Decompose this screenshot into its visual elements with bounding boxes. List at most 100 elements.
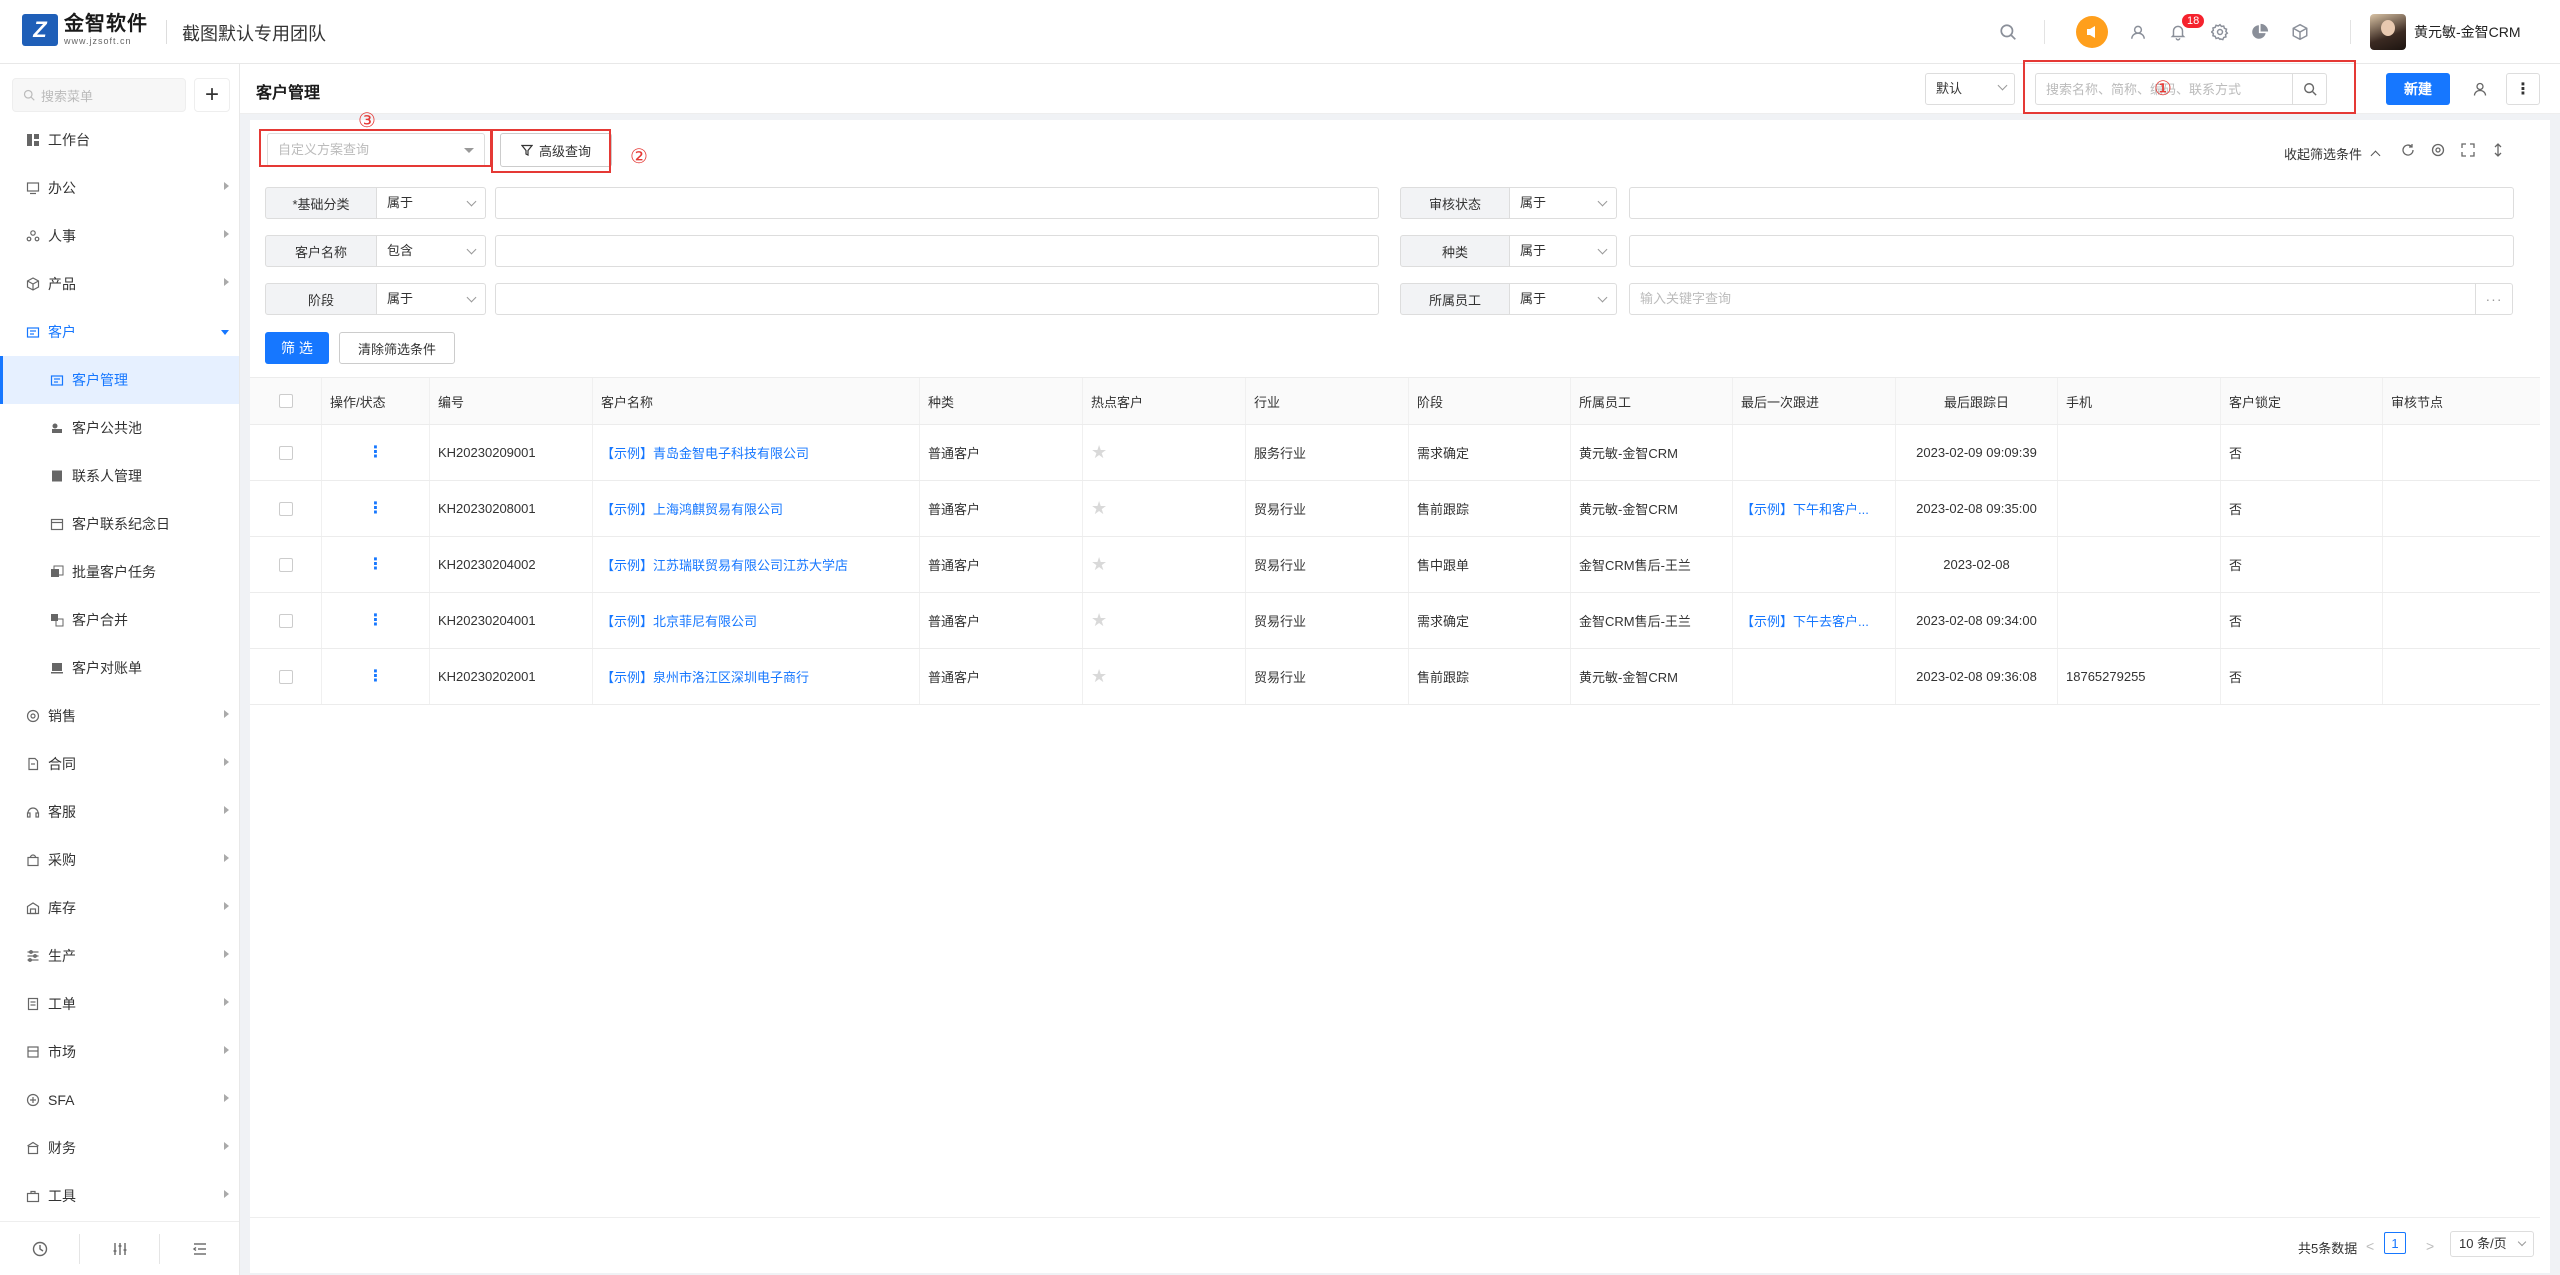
table-row[interactable]: ⋮ KH20230208001 【示例】上海鸿麒贸易有限公司 普通客户 ★ 贸易行业 售前跟… (250, 481, 2540, 537)
sidebar-item-sfa[interactable]: SFA (0, 1076, 239, 1124)
customer-name-link[interactable]: 【示例】泉州市洛江区深圳电子商行 (593, 649, 920, 704)
column-header[interactable]: 最后一次跟进 (1733, 378, 1896, 424)
star-icon[interactable]: ★ (1091, 498, 1107, 519)
fullscreen-icon[interactable] (2460, 142, 2476, 158)
filter-value-input[interactable] (1629, 187, 2514, 219)
column-header[interactable]: 审核节点 (2383, 378, 2540, 424)
row-actions-icon[interactable]: ⋮ (368, 500, 384, 517)
clear-filters-button[interactable]: 清除筛选条件 (339, 332, 455, 364)
filter-value-input[interactable] (495, 283, 1379, 315)
column-header[interactable]: 行业 (1246, 378, 1409, 424)
cube-icon[interactable] (2288, 20, 2312, 44)
page-size-select[interactable]: 10 条/页 (2450, 1231, 2534, 1257)
customer-name-link[interactable]: 【示例】上海鸿麒贸易有限公司 (593, 481, 920, 536)
star-icon[interactable]: ★ (1091, 666, 1107, 687)
promo-icon[interactable] (2076, 16, 2108, 48)
gear-icon[interactable] (2208, 20, 2232, 44)
row-checkbox[interactable] (278, 613, 293, 628)
filter-value-input[interactable] (495, 187, 1379, 219)
history-icon[interactable] (0, 1234, 79, 1264)
customer-name-link[interactable]: 【示例】北京菲尼有限公司 (593, 593, 920, 648)
sidebar-item-merge[interactable]: 客户合并 (0, 596, 239, 644)
sidebar-item-contacts[interactable]: 联系人管理 (0, 452, 239, 500)
row-checkbox[interactable] (278, 557, 293, 572)
ellipsis-icon[interactable]: ··· (2475, 283, 2513, 315)
column-header[interactable]: 热点客户 (1083, 378, 1246, 424)
table-row[interactable]: ⋮ KH20230202001 【示例】泉州市洛江区深圳电子商行 普通客户 ★ 贸易行业售… (250, 649, 2540, 705)
last-follow-link[interactable]: 【示例】下午和客户... (1733, 481, 1896, 536)
sidebar-item-customer-pool[interactable]: 客户公共池 (0, 404, 239, 452)
sidebar-item-hr[interactable]: 人事 (0, 212, 239, 260)
last-follow-link[interactable] (1733, 425, 1896, 480)
column-header[interactable]: 最后跟踪日 (1896, 378, 2058, 424)
sidebar-item-purchase[interactable]: 采购 (0, 836, 239, 884)
last-follow-link[interactable] (1733, 649, 1896, 704)
user-name[interactable]: 黄元敏-金智CRM (2414, 22, 2521, 42)
sidebar-item-service[interactable]: 客服 (0, 788, 239, 836)
filter-value-input[interactable] (495, 235, 1379, 267)
column-header[interactable]: 客户名称 (593, 378, 920, 424)
menu-search-input[interactable]: 搜索菜单 (12, 78, 186, 112)
column-header[interactable]: 编号 (430, 378, 593, 424)
row-actions-icon[interactable]: ⋮ (368, 556, 384, 573)
star-icon[interactable]: ★ (1091, 610, 1107, 631)
new-button[interactable]: 新建 (2386, 73, 2450, 105)
team-name[interactable]: 截图默认专用团队 (182, 20, 326, 46)
contacts-icon[interactable] (2126, 20, 2150, 44)
employee-keyword-input[interactable]: 输入关键字查询 (1629, 283, 2476, 315)
filter-operator-select[interactable]: 属于 (377, 187, 486, 219)
filter-operator-select[interactable]: 属于 (377, 283, 486, 315)
sidebar-item-product[interactable]: 产品 (0, 260, 239, 308)
avatar[interactable] (2370, 14, 2406, 50)
user-icon[interactable] (2468, 77, 2492, 101)
filter-button[interactable]: 筛 选 (265, 332, 329, 364)
column-header[interactable]: 阶段 (1409, 378, 1571, 424)
logo[interactable]: Z 金智软件 www.jzsoft.cn (22, 14, 148, 46)
more-button[interactable]: ⋮ (2506, 73, 2540, 105)
sidebar-item-customer-manage[interactable]: 客户管理 (0, 356, 239, 404)
select-all-checkbox[interactable] (278, 394, 293, 408)
refresh-icon[interactable] (2400, 142, 2416, 158)
sidebar-item-office[interactable]: 办公 (0, 164, 239, 212)
menu-collapse-icon[interactable] (159, 1233, 239, 1264)
column-header[interactable]: 所属员工 (1571, 378, 1733, 424)
sidebar-item-workbench[interactable]: 工作台 (0, 116, 239, 164)
sidebar-item-market[interactable]: 市场 (0, 1028, 239, 1076)
next-page-button[interactable]: > (2426, 1238, 2434, 1254)
sliders-icon[interactable] (79, 1233, 159, 1264)
sidebar-item-sales[interactable]: 销售 (0, 692, 239, 740)
filter-operator-select[interactable]: 属于 (1510, 235, 1617, 267)
sidebar-item-anniversary[interactable]: 客户联系纪念日 (0, 500, 239, 548)
sidebar-item-production[interactable]: 生产 (0, 932, 239, 980)
sidebar-item-workorder[interactable]: 工单 (0, 980, 239, 1028)
search-icon[interactable] (1996, 20, 2020, 44)
sidebar-item-tools[interactable]: 工具 (0, 1172, 239, 1220)
view-select[interactable]: 默认 (1925, 73, 2015, 105)
column-header[interactable]: 手机 (2058, 378, 2221, 424)
sidebar-item-inventory[interactable]: 库存 (0, 884, 239, 932)
row-actions-icon[interactable]: ⋮ (368, 444, 384, 461)
sidebar-item-statement[interactable]: 客户对账单 (0, 644, 239, 692)
prev-page-button[interactable]: < (2366, 1238, 2374, 1254)
star-icon[interactable]: ★ (1091, 442, 1107, 463)
sidebar-item-batch-task[interactable]: 批量客户任务 (0, 548, 239, 596)
page-1-button[interactable]: 1 (2384, 1232, 2406, 1254)
sidebar-item-contract[interactable]: 合同 (0, 740, 239, 788)
row-height-icon[interactable] (2490, 142, 2506, 158)
last-follow-link[interactable]: 【示例】下午去客户... (1733, 593, 1896, 648)
column-header[interactable]: 操作/状态 (322, 378, 430, 424)
customer-name-link[interactable]: 【示例】青岛金智电子科技有限公司 (593, 425, 920, 480)
row-actions-icon[interactable]: ⋮ (368, 668, 384, 685)
last-follow-link[interactable] (1733, 537, 1896, 592)
table-row[interactable]: ⋮ KH20230209001 【示例】青岛金智电子科技有限公司 普通客户 ★ 服务行业需… (250, 425, 2540, 481)
row-checkbox[interactable] (278, 669, 293, 684)
row-checkbox[interactable] (278, 445, 293, 460)
row-actions-icon[interactable]: ⋮ (368, 612, 384, 629)
sidebar-item-customer[interactable]: 客户 (0, 308, 239, 356)
table-row[interactable]: ⋮ KH20230204001 【示例】北京菲尼有限公司 普通客户 ★ 贸易行业 需求确定金… (250, 593, 2540, 649)
collapse-filters-link[interactable]: 收起筛选条件 (2284, 144, 2381, 163)
column-header[interactable]: 客户锁定 (2221, 378, 2383, 424)
filter-operator-select[interactable]: 包含 (377, 235, 486, 267)
table-row[interactable]: ⋮ KH20230204002 【示例】江苏瑞联贸易有限公司江苏大学店 普通客户 ★ 贸易… (250, 537, 2540, 593)
customer-name-link[interactable]: 【示例】江苏瑞联贸易有限公司江苏大学店 (593, 537, 920, 592)
